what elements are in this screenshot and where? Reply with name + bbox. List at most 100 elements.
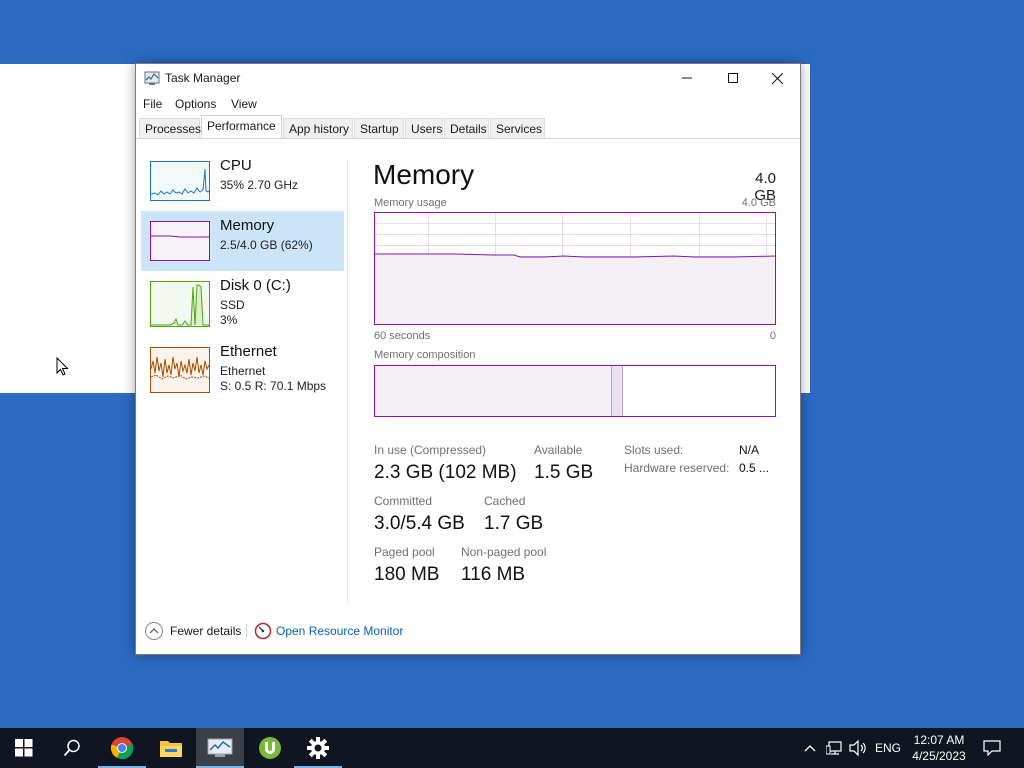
chevron-up-circle-icon [145,622,163,640]
sidebar-cpu-detail: 35% 2.70 GHz [220,178,299,192]
sidebar-item-memory[interactable]: Memory 2.5/4.0 GB (62%) [141,211,344,271]
slots-used-value: N/A [739,443,760,457]
start-icon [15,739,33,757]
available-label: Available [534,443,583,457]
sidebar-item-disk[interactable]: Disk 0 (C:) SSD 3% [141,271,344,331]
sidebar-item-ethernet[interactable]: Ethernet Ethernet S: 0.5 R: 70.1 Mbps [141,337,344,397]
sidebar-memory-detail: 2.5/4.0 GB (62%) [220,238,313,252]
input-language[interactable]: ENG [872,728,904,768]
speaker-icon [849,740,866,756]
maximize-icon [728,73,738,83]
chrome-taskbar-button[interactable] [98,728,146,768]
cached-label: Cached [484,494,526,508]
file-explorer-icon [160,741,182,757]
show-hidden-icons-button[interactable] [802,728,818,768]
menu-view[interactable]: View [231,97,257,111]
sidebar-cpu-title: CPU [220,157,252,174]
tab-startup[interactable]: Startup [354,118,404,139]
clock-time: 12:07 AM [913,733,965,747]
minimize-icon [682,77,692,79]
composition-in-use [375,366,611,416]
tab-users[interactable]: Users [405,118,443,139]
tab-app-history[interactable]: App history [283,118,353,139]
tab-services[interactable]: Services [490,118,545,139]
in-use-label: In use (Compressed) [374,443,487,457]
task-manager-window: Task Manager File Options View Processes… [135,63,801,655]
open-resource-monitor-link[interactable]: Open Resource Monitor [254,621,403,641]
start-button[interactable] [0,728,48,768]
sidebar-disk-type: SSD [220,298,245,312]
sidebar-item-cpu[interactable]: CPU 35% 2.70 GHz [141,151,344,211]
chrome-icon [110,737,134,760]
maximize-button[interactable] [710,64,756,92]
panel-divider [347,160,348,604]
search-icon [63,739,80,757]
task-manager-icon [207,738,233,757]
utorrent-icon [259,737,281,759]
memory-usage-max: 4.0 GB [741,197,776,209]
notifications-button[interactable] [980,728,1004,768]
tab-divider [136,138,800,139]
sidebar-disk-usage: 3% [220,313,238,327]
settings-taskbar-button[interactable] [294,728,342,768]
clock-date: 4/25/2023 [912,749,966,763]
minimize-button[interactable] [664,64,710,92]
memory-composition-bar [374,365,776,417]
volume-tray-button[interactable] [848,728,868,768]
sidebar-ethernet-adapter: Ethernet [220,364,266,378]
paged-pool-value: 180 MB [374,564,440,585]
tab-processes[interactable]: Processes [139,118,201,139]
title-bar[interactable]: Task Manager [136,64,800,92]
available-value: 1.5 GB [534,462,594,483]
hardware-reserved-value: 0.5 ... [739,461,770,475]
memory-usage-label: Memory usage [374,197,447,209]
tab-details[interactable]: Details [444,118,489,139]
search-button[interactable] [48,728,96,768]
settings-icon [307,737,329,759]
composition-modified [611,366,623,416]
sidebar-ethernet-title: Ethernet [220,343,277,360]
notification-icon [983,740,1001,756]
open-resource-monitor-label: Open Resource Monitor [276,624,404,638]
graph-time-span: 60 seconds [374,330,431,342]
close-icon [771,72,783,84]
non-paged-pool-value: 116 MB [461,564,526,585]
graph-time-end: 0 [769,330,776,342]
menu-file[interactable]: File [143,97,162,111]
memory-thumbnail-graph [150,221,210,264]
in-use-value: 2.3 GB (102 MB) [374,462,517,483]
memory-usage-graph [374,212,777,329]
network-icon [826,741,842,755]
file-explorer-taskbar-button[interactable] [147,728,195,768]
menu-options[interactable]: Options [175,97,216,111]
fewer-details-label: Fewer details [170,624,242,638]
tab-performance[interactable]: Performance [201,115,282,139]
window-title: Task Manager [165,71,241,85]
cpu-thumbnail-graph [150,161,210,204]
non-paged-pool-label: Non-paged pool [461,545,547,559]
committed-value: 3.0/5.4 GB [374,513,465,534]
resource-monitor-icon [254,622,272,640]
chevron-up-icon [804,745,816,752]
utorrent-taskbar-button[interactable] [246,728,294,768]
taskbar: ENG 12:07 AM 4/25/2023 [0,728,1024,768]
hardware-reserved-label: Hardware reserved: [624,461,730,475]
task-manager-taskbar-button[interactable] [196,728,244,768]
cached-value: 1.7 GB [484,513,544,534]
slots-used-label: Slots used: [624,443,684,457]
ethernet-thumbnail-graph [150,347,210,396]
memory-heading: Memory [373,159,475,190]
committed-label: Committed [374,494,433,508]
mouse-cursor-icon [56,356,70,380]
sidebar-disk-title: Disk 0 (C:) [220,277,291,294]
paged-pool-label: Paged pool [374,545,435,559]
sidebar-memory-title: Memory [220,217,275,234]
fewer-details-button[interactable]: Fewer details [144,621,241,641]
sidebar-ethernet-throughput: S: 0.5 R: 70.1 Mbps [220,379,327,393]
task-manager-icon [144,70,160,89]
close-button[interactable] [754,64,800,92]
memory-composition-label: Memory composition [374,349,476,361]
disk-thumbnail-graph [150,281,210,330]
taskbar-clock[interactable]: 12:07 AM 4/25/2023 [904,732,974,764]
network-tray-button[interactable] [824,728,846,768]
